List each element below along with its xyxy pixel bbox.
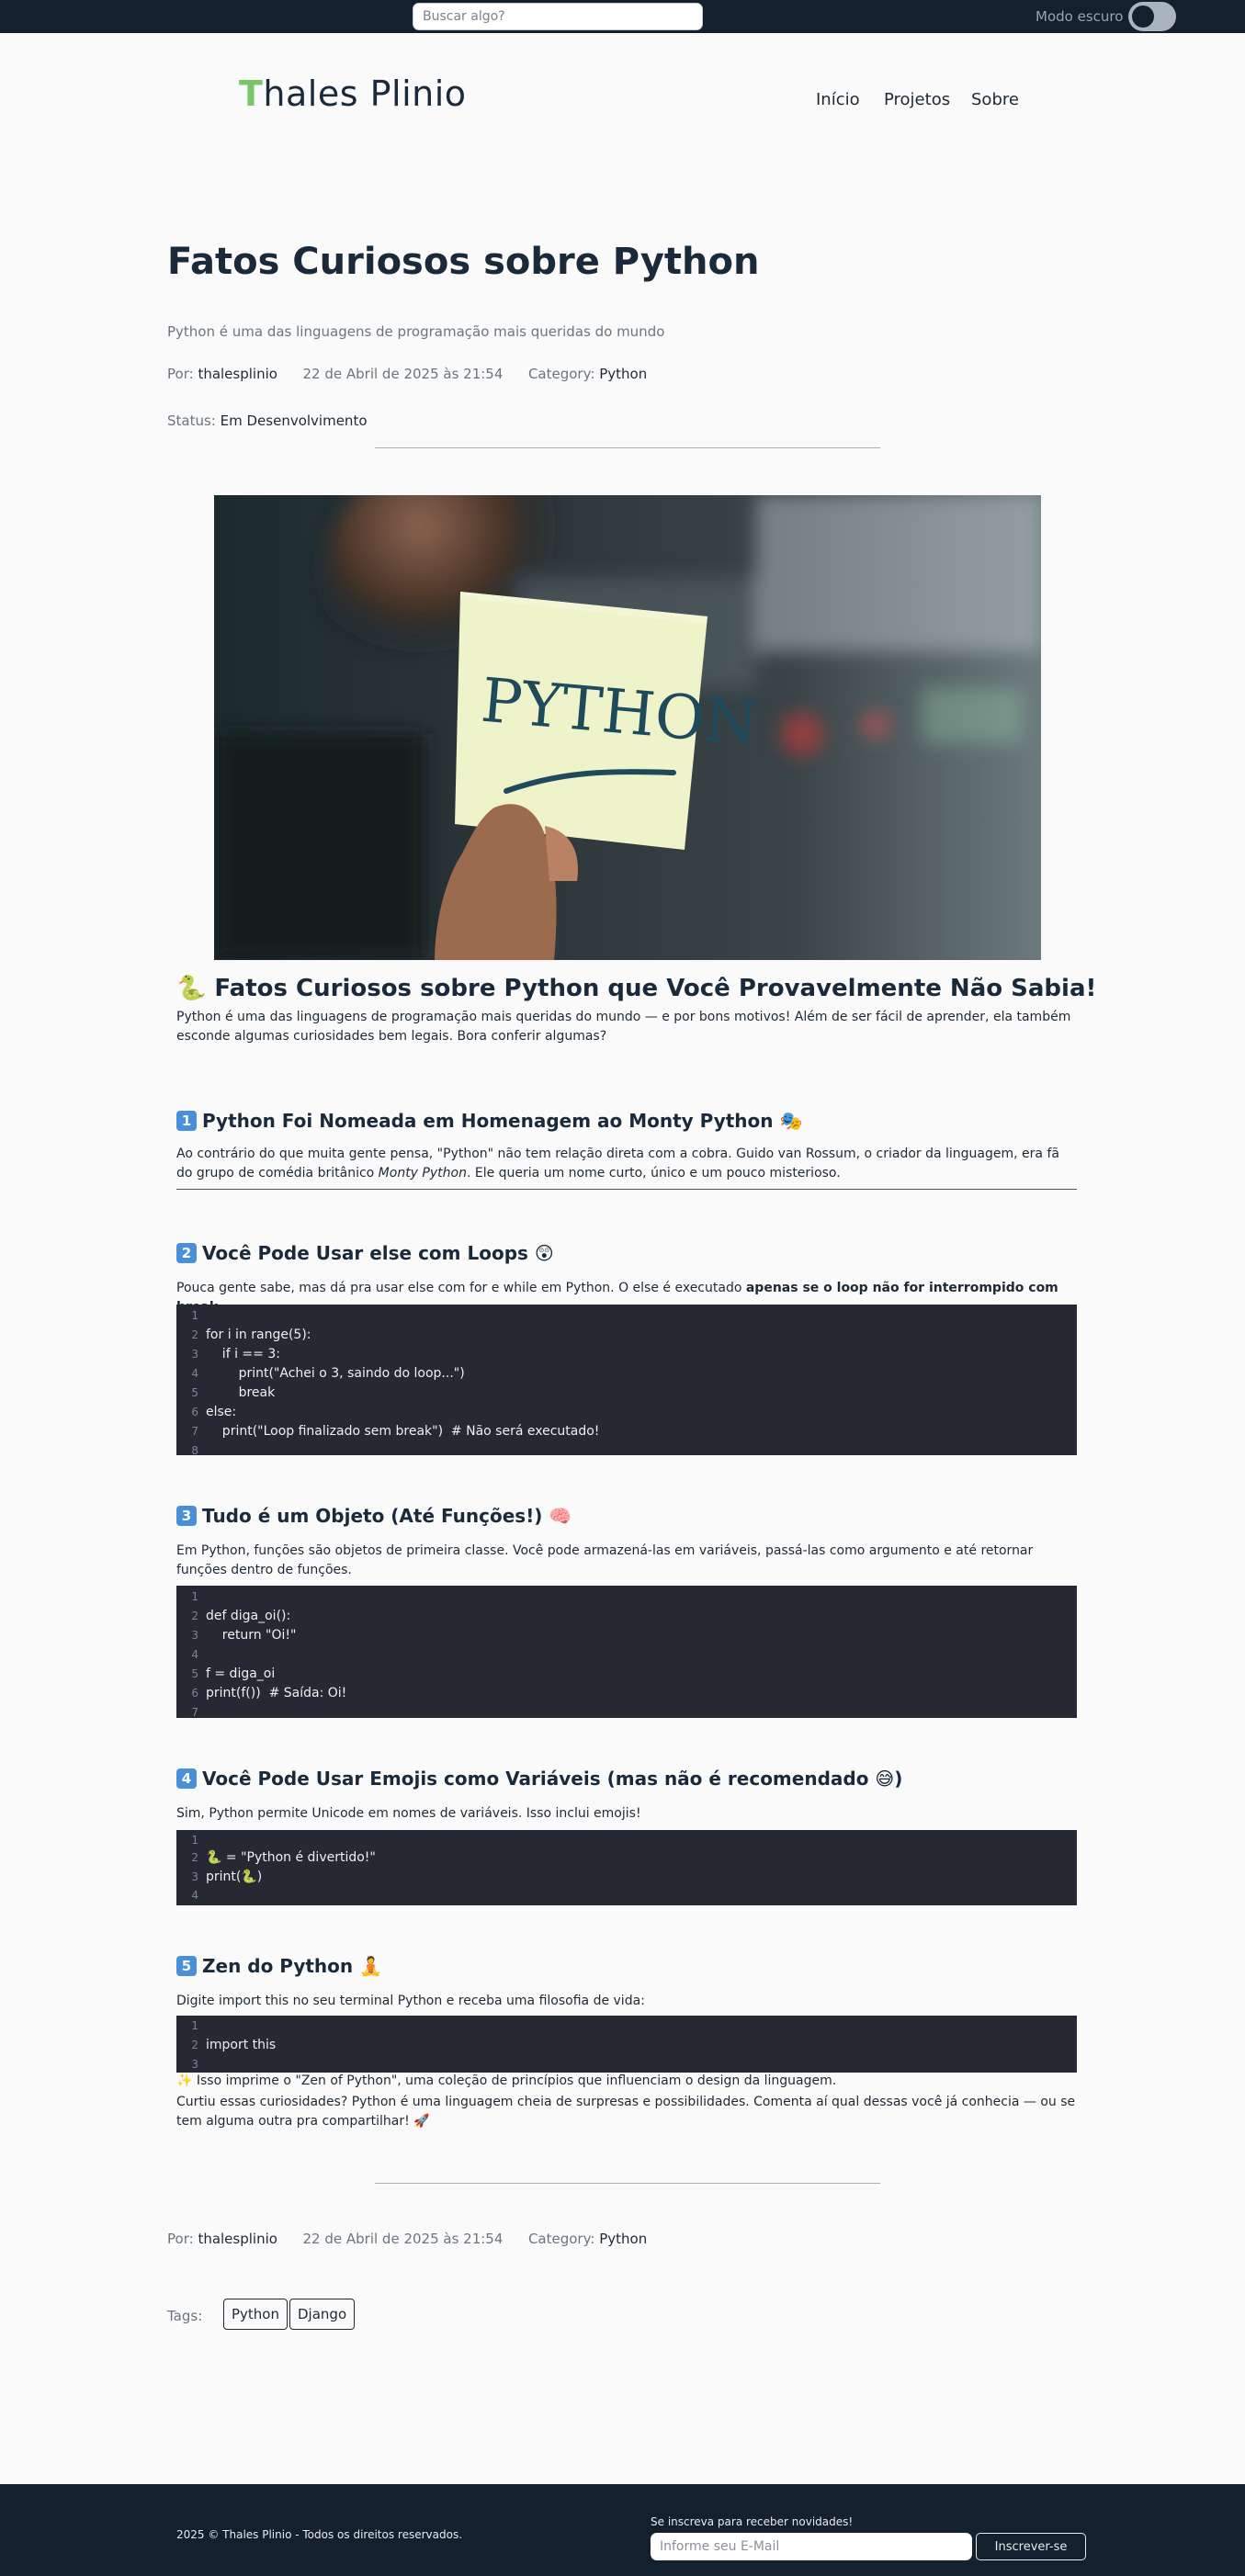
author-label: Por: (167, 366, 194, 382)
site-logo[interactable]: Thales Plinio (239, 73, 467, 114)
section-3-title: Tudo é um Objeto (Até Funções!) 🧠 (202, 1505, 572, 1527)
post-status: Status: Em Desenvolvimento (167, 412, 368, 429)
category-value[interactable]: Python (599, 366, 647, 382)
section-2-heading: 2 Você Pode Usar else com Loops 😲 (176, 1242, 554, 1264)
section-2-text-a: Pouca gente sabe, mas dá pra usar else c… (176, 1281, 746, 1295)
section-5-text: Digite import this no seu terminal Pytho… (176, 1994, 645, 2008)
divider-bottom (375, 2183, 880, 2184)
section-5-title: Zen do Python 🧘 (202, 1955, 382, 1977)
tag-django[interactable]: Django (289, 2299, 356, 2330)
subscribe-button[interactable]: Inscrever-se (976, 2533, 1086, 2560)
post-date: 22 de Abril de 2025 às 21:54 (302, 366, 504, 382)
post-title: Fatos Curiosos sobre Python (167, 241, 760, 283)
copyright-text: 2025 © Thales Plinio - Todos os direitos… (176, 2528, 463, 2541)
newsletter-email-input[interactable] (651, 2533, 972, 2560)
section-4-heading: 4 Você Pode Usar Emojis como Variáveis (m… (176, 1768, 902, 1790)
category-label: Category: (527, 2231, 595, 2247)
closing-paragraph: Curtiu essas curiosidades? Python é uma … (176, 2095, 1076, 2129)
code-line: break (206, 1385, 276, 1400)
number-5-icon: 5 (176, 1956, 197, 1976)
code-line: def diga_oi(): (206, 1609, 291, 1623)
code-line: print(🐍) (206, 1870, 263, 1884)
nav-sobre[interactable]: Sobre (971, 90, 1019, 109)
code-block-4[interactable]: 1 2 import this 3 (176, 2016, 1077, 2073)
logo-initial: T (239, 73, 264, 114)
section-1-heading: 1 Python Foi Nomeada em Homenagem ao Mont… (176, 1110, 802, 1132)
code-line: 🐍 = "Python é divertido!" (206, 1850, 376, 1865)
code-block-3[interactable]: 1 2 🐍 = "Python é divertido!" 3 print(🐍) 4 (176, 1830, 1077, 1905)
content-heading: 🐍 Fatos Curiosos sobre Python que Você P… (176, 975, 1097, 1002)
zen-note: ✨ Isso imprime o "Zen of Python", uma co… (176, 2073, 837, 2088)
nav-inicio[interactable]: Início (816, 90, 860, 109)
hero-image: PYTHON (214, 495, 1041, 960)
top-bar: Modo escuro (0, 0, 1245, 33)
category-value[interactable]: Python (599, 2231, 647, 2247)
code-line: f = diga_oi (206, 1666, 276, 1681)
code-line: else: (206, 1405, 237, 1419)
number-3-icon: 3 (176, 1506, 197, 1526)
tag-python[interactable]: Python (223, 2299, 288, 2330)
nav-projetos[interactable]: Projetos (884, 90, 950, 109)
post-date: 22 de Abril de 2025 às 21:54 (302, 2231, 504, 2247)
search-input[interactable] (413, 3, 703, 30)
status-value: Em Desenvolvimento (220, 412, 368, 429)
section-1-title: Python Foi Nomeada em Homenagem ao Monty… (202, 1110, 803, 1132)
section-2-title: Você Pode Usar else com Loops 😲 (202, 1242, 554, 1264)
section-4-text: Sim, Python permite Unicode em nomes de … (176, 1806, 641, 1821)
section-3-text: Em Python, funções são objetos de primei… (176, 1543, 1034, 1577)
author-name[interactable]: thalesplinio (198, 366, 277, 382)
code-line: print("Achei o 3, saindo do loop...") (206, 1366, 465, 1381)
status-label: Status: (167, 412, 216, 429)
section-5-heading: 5 Zen do Python 🧘 (176, 1955, 382, 1977)
number-1-icon: 1 (176, 1111, 197, 1131)
post-subtitle: Python é uma das linguagens de programaç… (167, 323, 665, 340)
code-block-2[interactable]: 1 2 def diga_oi(): 3 return "Oi!" 4 5f = … (176, 1586, 1077, 1718)
post-meta-bottom: Por: thalesplinio 22 de Abril de 2025 às… (167, 2231, 647, 2247)
divider-top (375, 447, 880, 448)
dark-mode-toggle[interactable] (1128, 2, 1176, 31)
code-line: print(f()) # Saída: Oi! (206, 1686, 347, 1700)
author-name[interactable]: thalesplinio (198, 2231, 277, 2247)
section-1-text-b: . Ele queria um nome curto, único e um p… (466, 1166, 841, 1181)
newsletter-label: Se inscreva para receber novidades! (651, 2515, 854, 2528)
tags-label: Tags: (167, 2308, 203, 2324)
code-line: print("Loop finalizado sem break") # Não… (206, 1424, 600, 1439)
number-4-icon: 4 (176, 1768, 197, 1789)
section-1-text: Ao contrário do que muita gente pensa, "… (176, 1145, 1077, 1183)
footer: 2025 © Thales Plinio - Todos os direitos… (0, 2484, 1245, 2576)
number-2-icon: 2 (176, 1243, 197, 1263)
dark-mode-label: Modo escuro (1036, 8, 1124, 25)
section-4-title: Você Pode Usar Emojis como Variáveis (ma… (202, 1768, 903, 1790)
logo-text: hales Plinio (263, 73, 467, 114)
section-3-heading: 3 Tudo é um Objeto (Até Funções!) 🧠 (176, 1505, 572, 1527)
category-label: Category: (527, 366, 595, 382)
post-meta-top: Por: thalesplinio 22 de Abril de 2025 às… (167, 366, 647, 382)
code-line: import this (206, 2038, 277, 2052)
intro-paragraph: Python é uma das linguagens de programaç… (176, 1010, 1071, 1044)
code-line: if i == 3: (206, 1347, 280, 1361)
section-1-text-em: Monty Python (378, 1166, 467, 1181)
code-block-1[interactable]: 1 2 for i in range(5): 3 if i == 3: 4 pri… (176, 1305, 1077, 1455)
section-1-divider (176, 1189, 1077, 1190)
author-label: Por: (167, 2231, 194, 2247)
code-line: for i in range(5): (206, 1328, 311, 1342)
toggle-knob (1132, 6, 1154, 28)
code-line: return "Oi!" (206, 1628, 297, 1643)
